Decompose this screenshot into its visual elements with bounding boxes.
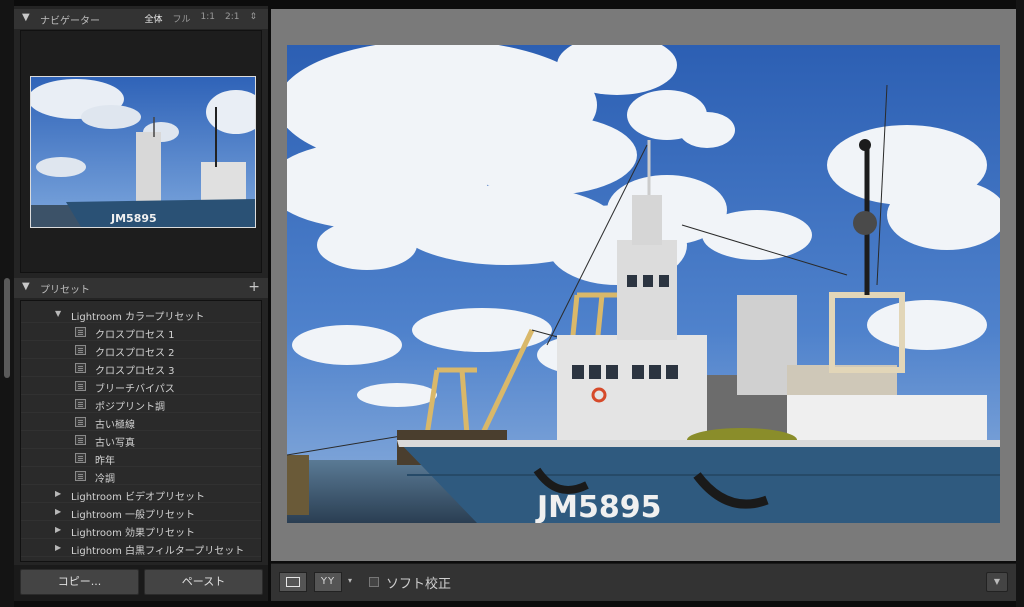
right-edge-strip (1016, 0, 1024, 607)
left-scrollbar-thumb[interactable] (4, 278, 10, 378)
preset-folder-color[interactable]: ▼ Lightroom カラープリセット (21, 305, 261, 323)
thumbnail-hull-text: JM5895 (110, 212, 157, 225)
preset-file-icon (75, 471, 86, 481)
left-panel: ▼ ナビゲーター 全体 フル 1:1 2:1 ⇕ JM5895 ▼ プリセット … (14, 6, 268, 601)
soft-proof-checkbox[interactable] (369, 577, 379, 587)
navigator-zoom-options: 全体 フル 1:1 2:1 ⇕ (139, 12, 262, 25)
triangle-down-icon[interactable]: ▼ (55, 309, 61, 318)
preset-item[interactable]: クロスプロセス 1 (21, 323, 261, 341)
preset-file-icon (75, 453, 86, 463)
copy-button[interactable]: コピー... (20, 569, 139, 595)
preset-folder-video[interactable]: ▶ Lightroom ビデオプリセット (21, 485, 261, 503)
paste-button[interactable]: ペースト (144, 569, 263, 595)
preset-item[interactable]: ポジプリント調 (21, 395, 261, 413)
chevron-down-icon: ▼ (993, 577, 1001, 586)
preset-folder-effects[interactable]: ▶ Lightroom 効果プリセット (21, 521, 261, 539)
main-photo-image: JM5895 (287, 45, 1000, 523)
left-edge-strip (0, 0, 14, 607)
preset-item[interactable]: 昨年 (21, 449, 261, 467)
hull-registration-text: JM5895 (535, 490, 662, 523)
preset-item[interactable]: ブリーチバイパス (21, 377, 261, 395)
triangle-right-icon[interactable]: ▶ (55, 489, 61, 498)
preset-file-icon (75, 363, 86, 373)
up-down-stepper-icon[interactable]: ⇕ (244, 12, 262, 25)
preset-file-icon (75, 399, 86, 409)
loupe-view[interactable]: JM5895 (271, 9, 1016, 561)
preset-file-icon (75, 417, 86, 427)
preset-item[interactable]: 冷調 (21, 467, 261, 485)
copy-paste-bar: コピー... ペースト (14, 565, 268, 601)
collapse-triangle-icon[interactable]: ▼ (22, 281, 30, 292)
navigator-thumbnail[interactable]: JM5895 (30, 76, 256, 228)
preset-file-icon (75, 381, 86, 391)
main-photo[interactable]: JM5895 (287, 45, 1000, 523)
preset-item[interactable]: クロスプロセス 2 (21, 341, 261, 359)
preset-item[interactable]: クロスプロセス 3 (21, 359, 261, 377)
preset-file-icon (75, 345, 86, 355)
add-preset-button[interactable]: + (248, 279, 260, 295)
navigator-preview: JM5895 (20, 30, 262, 273)
zoom-fill-option[interactable]: フル (167, 12, 195, 25)
loupe-view-button[interactable] (279, 572, 307, 592)
triangle-right-icon[interactable]: ▶ (55, 543, 61, 552)
preset-folder-bw-filter[interactable]: ▶ Lightroom 白黒フィルタープリセット (21, 539, 261, 557)
navigator-title: ナビゲーター (40, 16, 100, 27)
loupe-view-icon (286, 577, 300, 587)
zoom-fit-option[interactable]: 全体 (139, 12, 167, 25)
preset-file-icon (75, 327, 86, 337)
preset-folder-general[interactable]: ▶ Lightroom 一般プリセット (21, 503, 261, 521)
toolbar-content-menu[interactable]: ▼ (986, 572, 1008, 592)
navigator-header[interactable]: ▼ ナビゲーター 全体 フル 1:1 2:1 ⇕ (14, 9, 268, 29)
bottom-toolbar: YY ▾ ソフト校正 ▼ (271, 563, 1016, 601)
before-after-dropdown-icon[interactable]: ▾ (348, 576, 352, 585)
collapse-triangle-icon[interactable]: ▼ (22, 12, 30, 23)
preset-item[interactable]: 古い写真 (21, 431, 261, 449)
zoom-2-1-option[interactable]: 2:1 (220, 12, 244, 25)
presets-header[interactable]: ▼ プリセット + (14, 278, 268, 298)
preset-file-icon (75, 435, 86, 445)
triangle-right-icon[interactable]: ▶ (55, 525, 61, 534)
zoom-1-1-option[interactable]: 1:1 (195, 12, 219, 25)
soft-proof-label: ソフト校正 (386, 577, 452, 592)
presets-list: ▼ Lightroom カラープリセット クロスプロセス 1 クロスプロセス 2… (20, 300, 262, 562)
triangle-right-icon[interactable]: ▶ (55, 507, 61, 516)
navigator-thumbnail-image: JM5895 (31, 77, 255, 227)
presets-title: プリセット (40, 285, 90, 296)
preset-item[interactable]: 古い極線 (21, 413, 261, 431)
before-after-button[interactable]: YY (314, 572, 342, 592)
